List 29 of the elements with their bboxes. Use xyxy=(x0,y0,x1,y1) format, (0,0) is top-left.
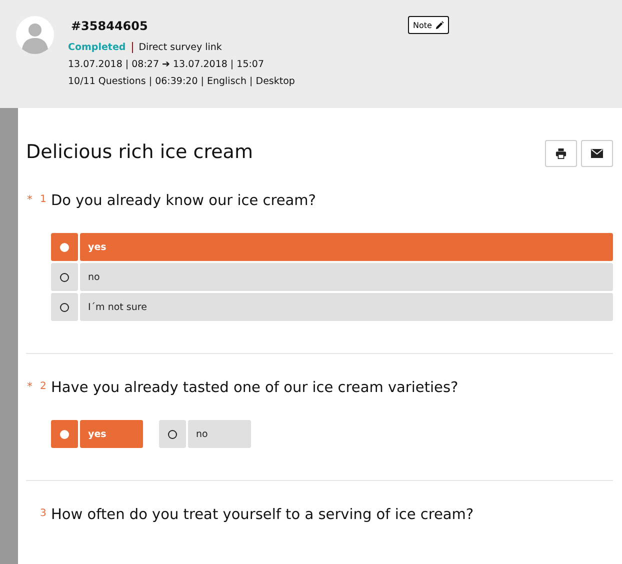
required-marker: * xyxy=(26,380,34,393)
envelope-icon xyxy=(591,148,603,159)
note-button[interactable]: Note xyxy=(408,16,449,34)
avatar-icon xyxy=(16,16,54,54)
question-number: 1 xyxy=(40,193,48,205)
response-id: #35844605 xyxy=(71,19,149,33)
required-marker: * xyxy=(26,193,34,206)
answer-option[interactable]: no xyxy=(159,420,251,448)
response-details: 10/11 Questions | 06:39:20 | Englisch | Desktop xyxy=(68,75,296,89)
question-text: Do you already know our ice cream? xyxy=(51,193,316,209)
question-number: 3 xyxy=(40,507,48,519)
email-button[interactable] xyxy=(581,140,613,167)
survey-title: Delicious rich ice cream xyxy=(26,141,253,163)
radio-icon xyxy=(168,430,177,438)
radio-icon xyxy=(60,430,69,438)
status-text: Completed xyxy=(68,42,133,53)
printer-icon xyxy=(555,148,567,159)
pencil-icon xyxy=(434,20,444,30)
question-text: Have you already tasted one of our ice cream varieties? xyxy=(51,380,458,396)
date-range: 13.07.2018 | 08:27 ➔ 13.07.2018 | 15:07 xyxy=(68,58,266,72)
print-button[interactable] xyxy=(545,140,577,167)
option-label: no xyxy=(188,420,251,448)
source-text: Direct survey link xyxy=(138,41,222,55)
question-number: 2 xyxy=(40,380,48,392)
radio-icon xyxy=(60,242,69,252)
option-label: yes xyxy=(80,420,143,448)
radio-icon xyxy=(60,272,69,282)
radio-icon xyxy=(60,302,69,312)
question-text: How often do you treat yourself to a serving of ice cream? xyxy=(51,507,474,523)
